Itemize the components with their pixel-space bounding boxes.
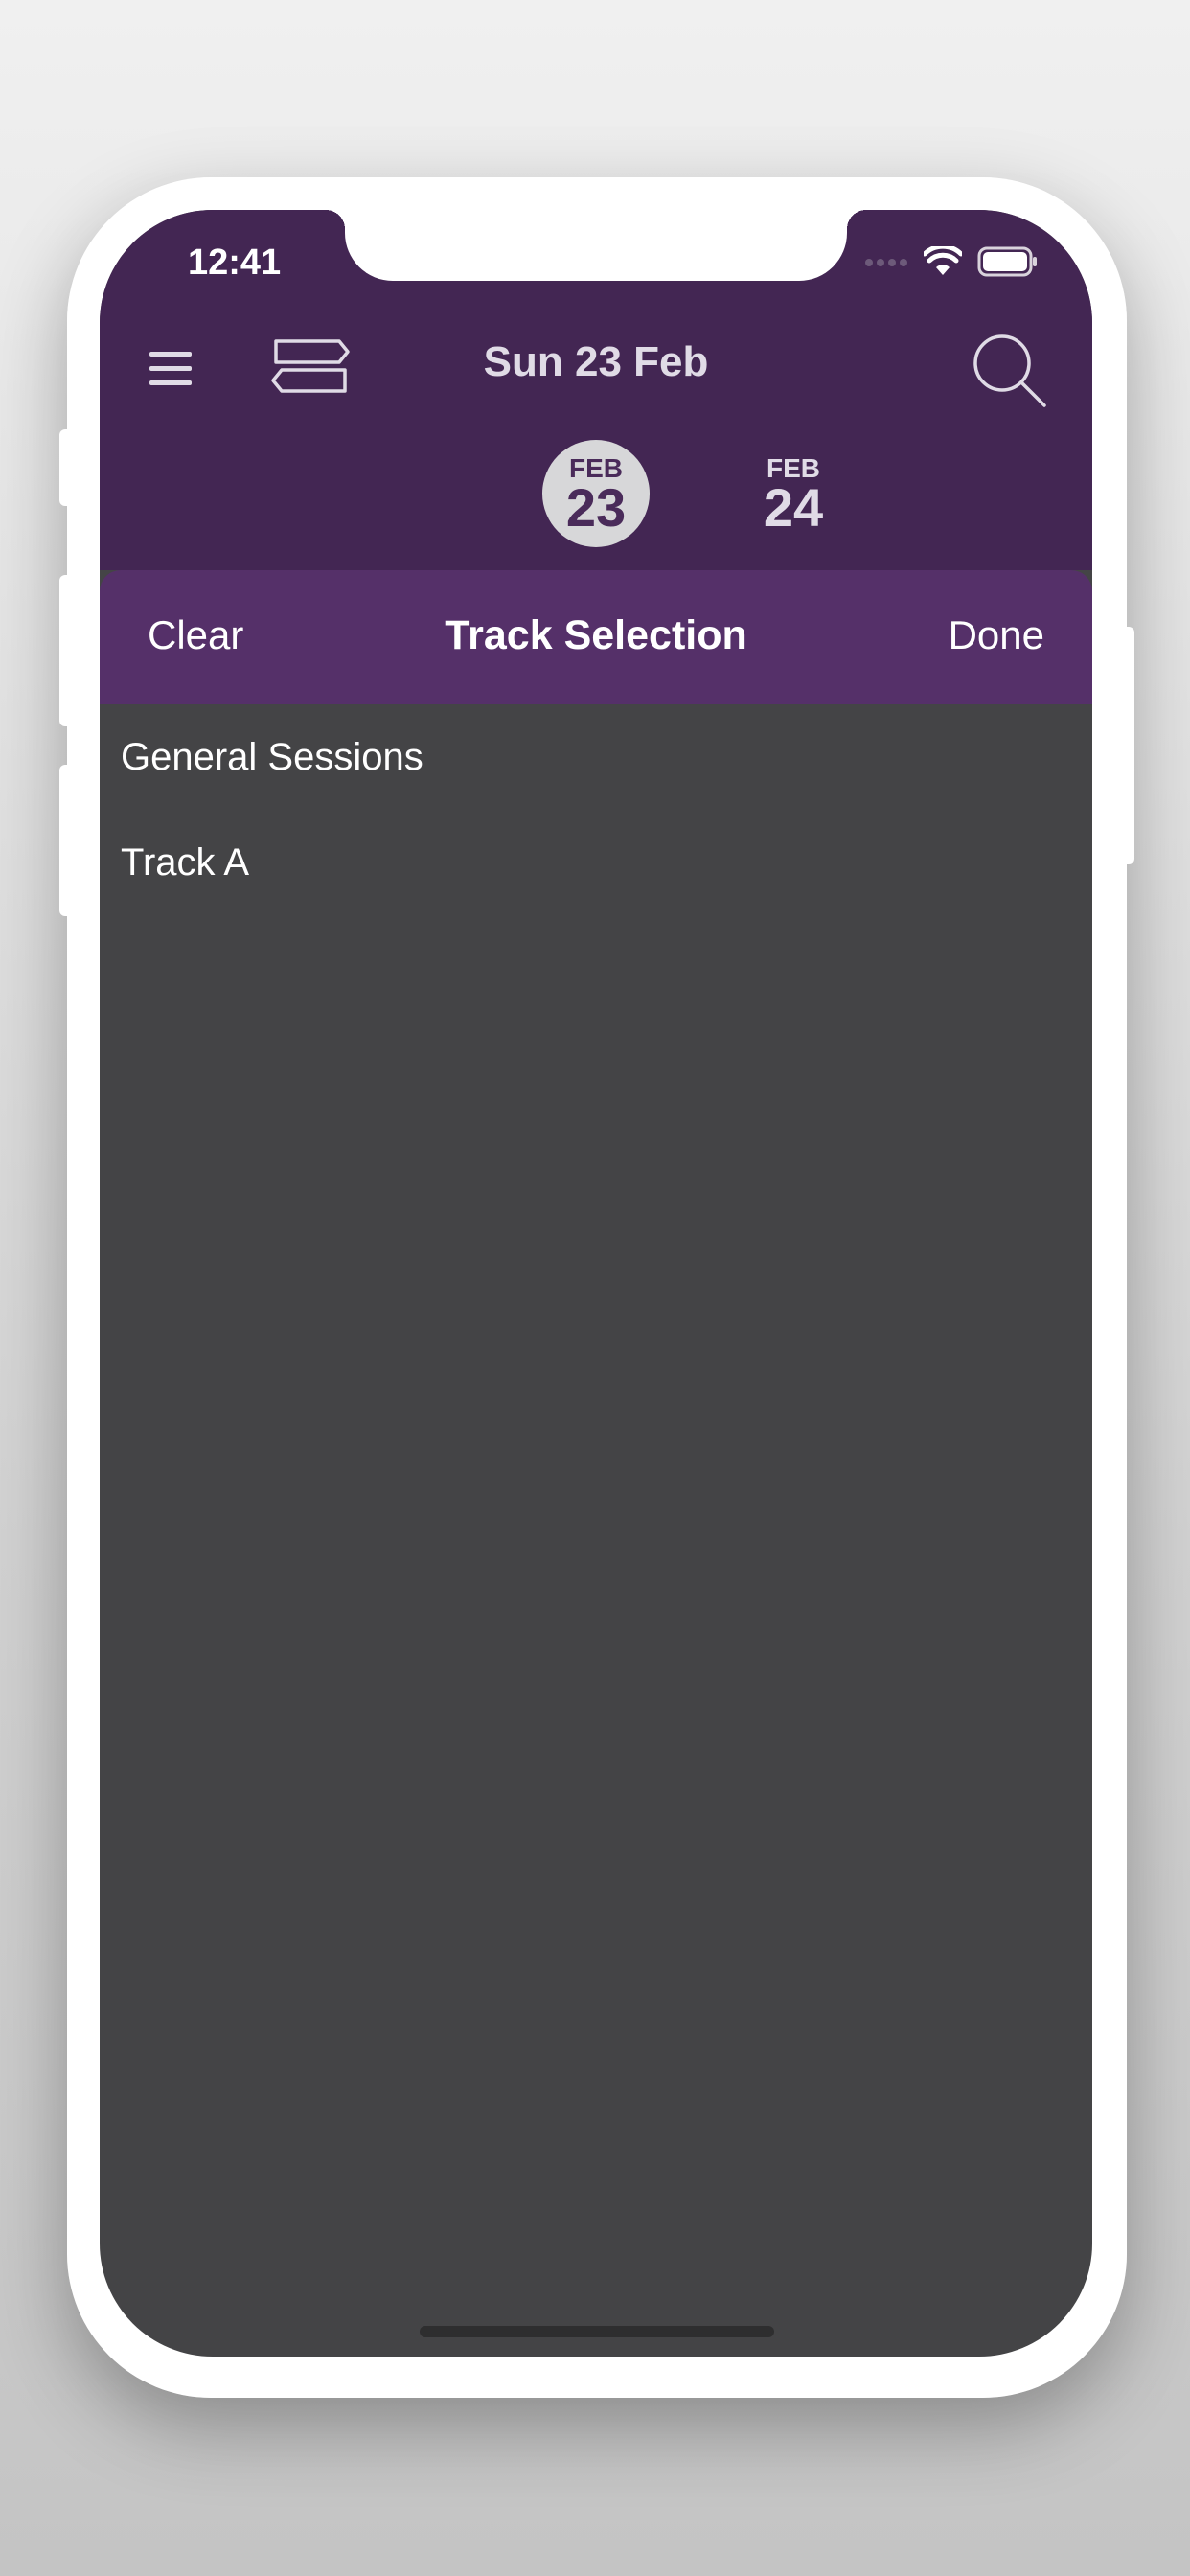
date-tab-feb-23[interactable]: FEB 23 bbox=[542, 440, 650, 547]
battery-icon bbox=[977, 246, 1037, 277]
date-tab-feb-24[interactable]: FEB 24 bbox=[740, 440, 847, 547]
app-screen: 12:41 Sun 23 Feb FEB 23 FEB 24 Clear Tra… bbox=[100, 210, 1092, 2357]
date-day: 23 bbox=[565, 477, 627, 538]
status-icons bbox=[864, 246, 1039, 277]
date-day: 24 bbox=[763, 477, 824, 538]
header-date-title: Sun 23 Feb bbox=[483, 338, 709, 385]
home-indicator[interactable] bbox=[420, 2326, 774, 2337]
track-selection-toolbar: Clear Track Selection Done bbox=[100, 570, 1092, 704]
app-header: 12:41 Sun 23 Feb FEB 23 FEB 24 bbox=[100, 210, 1092, 570]
device-notch bbox=[326, 210, 866, 281]
track-list: General Sessions Track A bbox=[100, 704, 1092, 915]
done-button[interactable]: Done bbox=[949, 612, 1044, 658]
signal-icon bbox=[865, 259, 907, 266]
status-time: 12:41 bbox=[188, 242, 282, 283]
sheet-title: Track Selection bbox=[445, 612, 747, 658]
wifi-icon bbox=[924, 246, 962, 275]
search-icon[interactable] bbox=[972, 333, 1048, 409]
track-item-general-sessions[interactable]: General Sessions bbox=[100, 704, 1092, 810]
track-item-track-a[interactable]: Track A bbox=[100, 810, 1092, 915]
